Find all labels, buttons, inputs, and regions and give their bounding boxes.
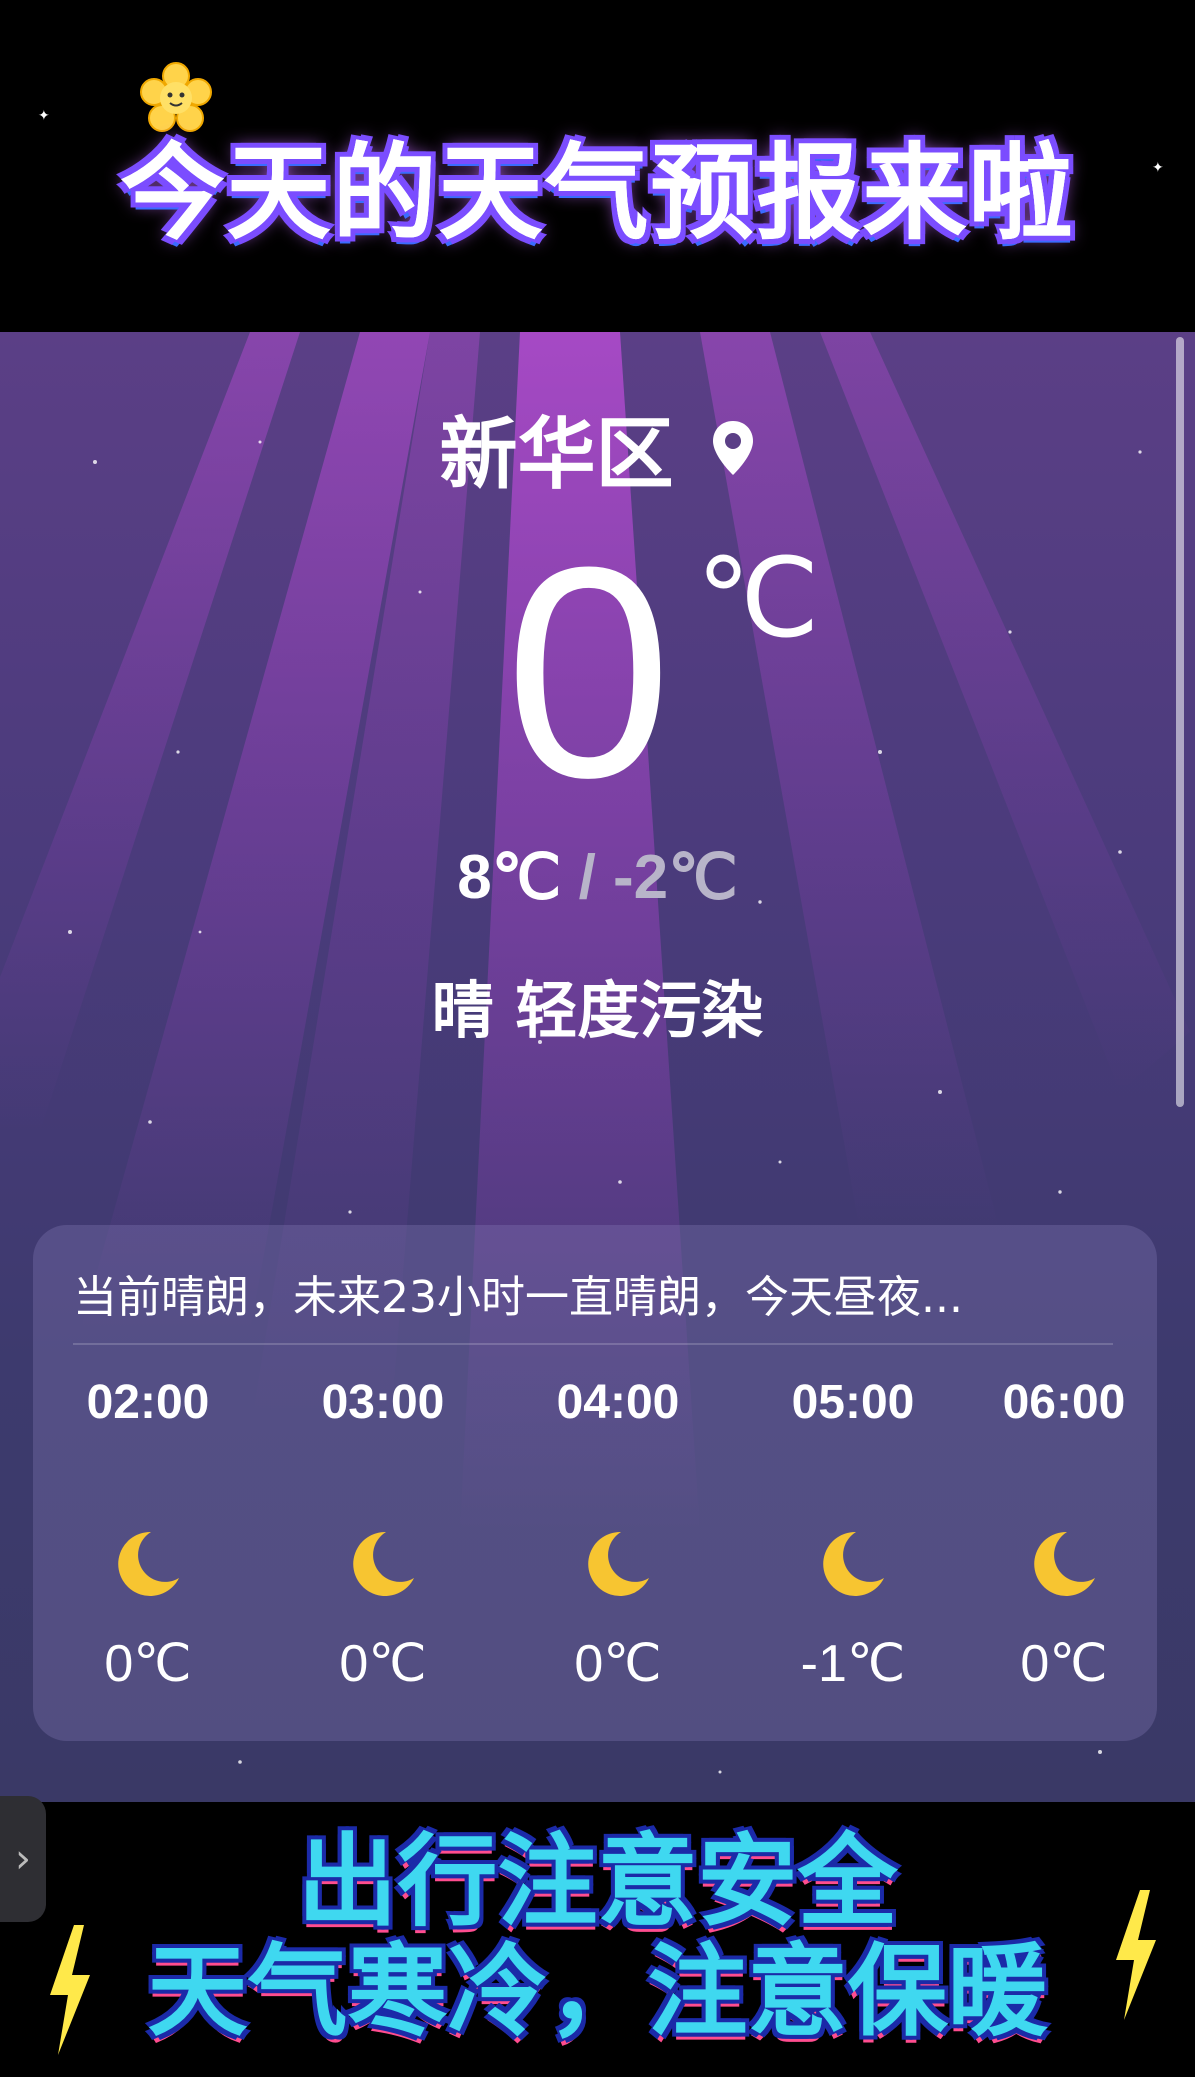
hour-time: 04:00 [556,1376,680,1429]
hour-temperature: 0℃ [339,1635,427,1693]
hour-temperature: 0℃ [1020,1635,1108,1693]
top-banner: ✦ ✦ 今天的天气预报来啦 [0,0,1195,332]
hourly-item: 02:00 0℃ [63,1375,233,1694]
hour-time: 02:00 [86,1376,210,1429]
hour-temperature: 0℃ [574,1635,662,1693]
hour-temperature: -1℃ [800,1635,906,1693]
moon-icon [588,1531,649,1596]
city-row[interactable]: 新华区 [0,392,1195,504]
banner-title: 今天的天气预报来啦 [120,132,1075,254]
moon-icon [118,1531,179,1596]
hourly-item: 05:00 -1℃ [768,1375,938,1694]
temperature-range: 8℃ / -2℃ [0,840,1195,913]
moon-icon [1034,1531,1095,1596]
lightning-icon [50,1925,90,2055]
current-temperature: 0 [505,504,672,840]
hourly-item: 04:00 0℃ [533,1375,703,1694]
moon-icon [823,1531,884,1596]
hourly-forecast-card[interactable]: 当前晴朗，未来23小时一直晴朗，今天昼夜... 02:00 0℃ 03:00 0… [33,1225,1157,1741]
city-name: 新华区 [439,410,674,500]
warning-line-2: 天气寒冷，注意保暖 [147,1933,1048,2050]
hour-time: 03:00 [321,1376,445,1429]
hourly-item: 06:00 0℃ [979,1375,1149,1694]
divider [73,1343,1113,1345]
forecast-summary[interactable]: 当前晴朗，未来23小时一直晴朗，今天昼夜... [73,1261,1113,1325]
temperature-unit: ℃ [696,537,820,660]
high-temperature: 8℃ [457,843,562,912]
low-temperature: -2℃ [613,843,738,912]
weather-condition: 晴 轻度污染 [431,974,764,1047]
hour-time: 05:00 [791,1376,915,1429]
lightning-icon [1116,1890,1156,2020]
range-separator: / [578,843,596,912]
location-pin-icon[interactable] [710,419,756,477]
hourly-item: 03:00 0℃ [298,1375,468,1694]
moon-icon [353,1531,414,1596]
hour-time: 06:00 [1002,1376,1126,1429]
hour-temperature: 0℃ [104,1635,192,1693]
weather-panel: 新华区 0 ℃ 8℃ / -2℃ 晴 轻度污染 当前晴朗，未来23小时一直晴朗，… [0,332,1195,1802]
